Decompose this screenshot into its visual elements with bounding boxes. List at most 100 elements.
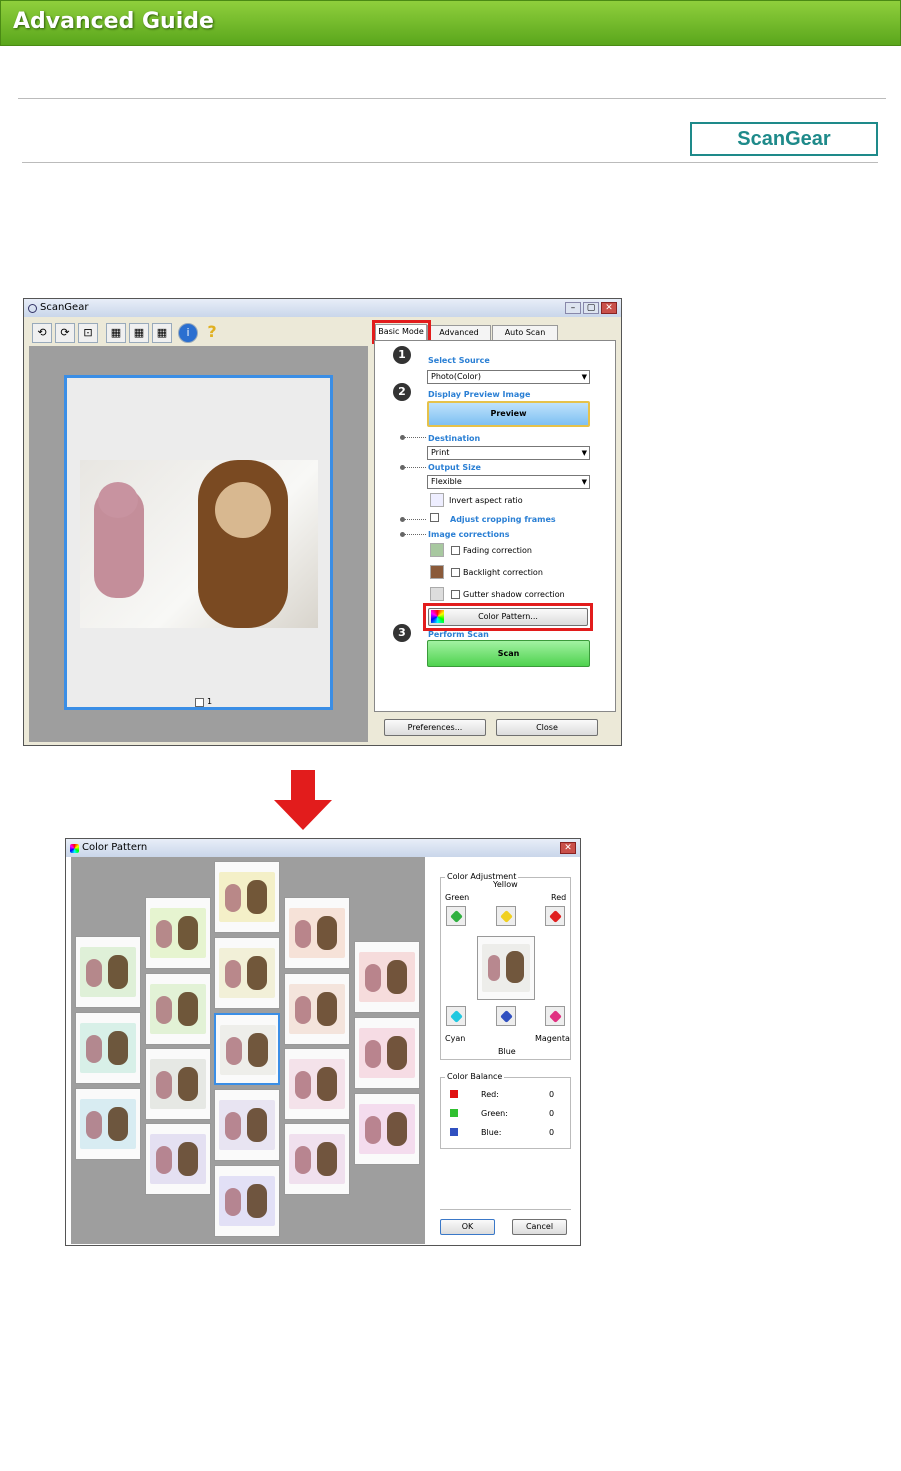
pattern-image: [150, 1059, 206, 1109]
pattern-thumb-selected[interactable]: [214, 1013, 280, 1085]
green-arrow-icon: [450, 910, 463, 923]
divider-bottom: [22, 162, 878, 163]
connector-dot: [400, 532, 405, 537]
basic-mode-panel: 1 Select Source Photo(Color) ▼ 2 Display …: [374, 340, 616, 712]
connector-dot: [400, 465, 405, 470]
blue-balance-value: 0: [549, 1128, 555, 1137]
pattern-thumb[interactable]: [145, 1048, 211, 1120]
blue-adjust-button[interactable]: [496, 1006, 516, 1026]
current-pattern-preview: [477, 936, 535, 1000]
tab-advanced-mode[interactable]: Advanced Mode: [427, 325, 491, 351]
preview-photo: [80, 460, 318, 628]
pattern-thumb[interactable]: [284, 897, 350, 969]
yellow-label: Yellow: [493, 880, 518, 889]
yellow-adjust-button[interactable]: [496, 906, 516, 926]
gutter-shadow-label: Gutter shadow correction: [463, 590, 565, 599]
select-source-label: Select Source: [428, 356, 490, 365]
cyan-arrow-icon: [450, 1010, 463, 1023]
tab-auto-scan-mode[interactable]: Auto Scan Mode: [492, 325, 558, 351]
pattern-thumb[interactable]: [284, 973, 350, 1045]
output-size-dropdown[interactable]: Flexible ▼: [427, 475, 590, 489]
help-icon[interactable]: ?: [202, 323, 222, 343]
pattern-thumb[interactable]: [354, 1093, 420, 1165]
output-size-value: Flexible: [431, 477, 462, 486]
pattern-thumb[interactable]: [214, 1165, 280, 1237]
rotate-right-icon[interactable]: ⟳: [55, 323, 75, 343]
crop-frame-icon[interactable]: ▦: [106, 323, 126, 343]
close-window-button[interactable]: ✕: [601, 302, 617, 314]
gutter-shadow-icon: [430, 587, 444, 601]
fading-correction-checkbox[interactable]: [451, 546, 460, 555]
select-source-dropdown[interactable]: Photo(Color) ▼: [427, 370, 590, 384]
green-balance-value: 0: [549, 1109, 555, 1118]
info-icon[interactable]: i: [178, 323, 198, 343]
step-2-icon: 2: [393, 383, 411, 401]
blue-balance-label: Blue:: [481, 1128, 502, 1137]
output-size-label: Output Size: [428, 463, 481, 472]
pattern-thumb[interactable]: [354, 1017, 420, 1089]
display-preview-label: Display Preview Image: [428, 390, 531, 399]
invert-aspect-icon[interactable]: [430, 493, 444, 507]
destination-dropdown[interactable]: Print ▼: [427, 446, 590, 460]
button-divider: [440, 1209, 571, 1210]
pattern-thumb[interactable]: [284, 1123, 350, 1195]
preview-button[interactable]: Preview: [427, 401, 590, 427]
auto-crop-icon[interactable]: ⊡: [78, 323, 98, 343]
pattern-thumb[interactable]: [214, 861, 280, 933]
scangear-logo: ScanGear: [690, 122, 878, 156]
maximize-button[interactable]: ▢: [583, 302, 599, 314]
pattern-thumb[interactable]: [75, 1088, 141, 1160]
cyan-adjust-button[interactable]: [446, 1006, 466, 1026]
adjust-crop-checkbox[interactable]: [430, 513, 439, 522]
pattern-image: [359, 952, 415, 1002]
divider-top: [18, 98, 886, 99]
minimize-button[interactable]: –: [565, 302, 581, 314]
green-adjust-button[interactable]: [446, 906, 466, 926]
pattern-thumb[interactable]: [284, 1048, 350, 1120]
preview-frame[interactable]: 1: [64, 375, 333, 710]
pattern-image: [150, 984, 206, 1034]
backlight-correction-checkbox[interactable]: [451, 568, 460, 577]
teddy-bear-head: [98, 482, 138, 518]
color-balance-group: Color Balance Red: 0 Green: 0 Blue: 0: [440, 1072, 571, 1149]
pattern-thumb[interactable]: [75, 936, 141, 1008]
banner-title: Advanced Guide: [13, 9, 214, 34]
color-pattern-title: Color Pattern: [82, 842, 148, 853]
destination-value: Print: [431, 448, 450, 457]
close-button[interactable]: Close: [496, 719, 598, 736]
pattern-thumb[interactable]: [214, 937, 280, 1009]
image-corrections-label: Image corrections: [428, 530, 510, 539]
preferences-button[interactable]: Preferences...: [384, 719, 486, 736]
advanced-guide-banner: Advanced Guide: [0, 0, 901, 46]
color-pattern-window: Color Pattern ✕ Color Adjustment Yellow …: [65, 838, 581, 1246]
scan-button[interactable]: Scan: [427, 640, 590, 667]
pattern-thumb[interactable]: [145, 973, 211, 1045]
close-window-button[interactable]: ✕: [560, 842, 576, 854]
thumbnail-view-icon[interactable]: ▦: [129, 323, 149, 343]
pattern-thumb[interactable]: [214, 1089, 280, 1161]
pattern-thumb[interactable]: [145, 1123, 211, 1195]
magenta-adjust-button[interactable]: [545, 1006, 565, 1026]
backlight-correction-icon: [430, 565, 444, 579]
step-3-icon: 3: [393, 624, 411, 642]
frame-checkbox[interactable]: [195, 698, 204, 707]
dog-shape: [506, 951, 524, 983]
select-source-value: Photo(Color): [431, 372, 481, 381]
pattern-image: [150, 1134, 206, 1184]
rotate-left-icon[interactable]: ⟲: [32, 323, 52, 343]
cancel-button[interactable]: Cancel: [512, 1219, 567, 1235]
scangear-app-icon: [28, 304, 37, 313]
pattern-thumb[interactable]: [75, 1012, 141, 1084]
gutter-shadow-checkbox[interactable]: [451, 590, 460, 599]
pattern-thumb[interactable]: [145, 897, 211, 969]
red-swatch: [450, 1090, 458, 1098]
yellow-arrow-icon: [500, 910, 513, 923]
pattern-image: [289, 908, 345, 958]
scangear-titlebar: ScanGear – ▢ ✕: [24, 299, 621, 317]
ok-button[interactable]: OK: [440, 1219, 495, 1235]
dog-face: [215, 482, 271, 538]
red-adjust-button[interactable]: [545, 906, 565, 926]
connector-line: [402, 519, 426, 520]
pattern-thumb[interactable]: [354, 941, 420, 1013]
whole-image-view-icon[interactable]: ▦: [152, 323, 172, 343]
